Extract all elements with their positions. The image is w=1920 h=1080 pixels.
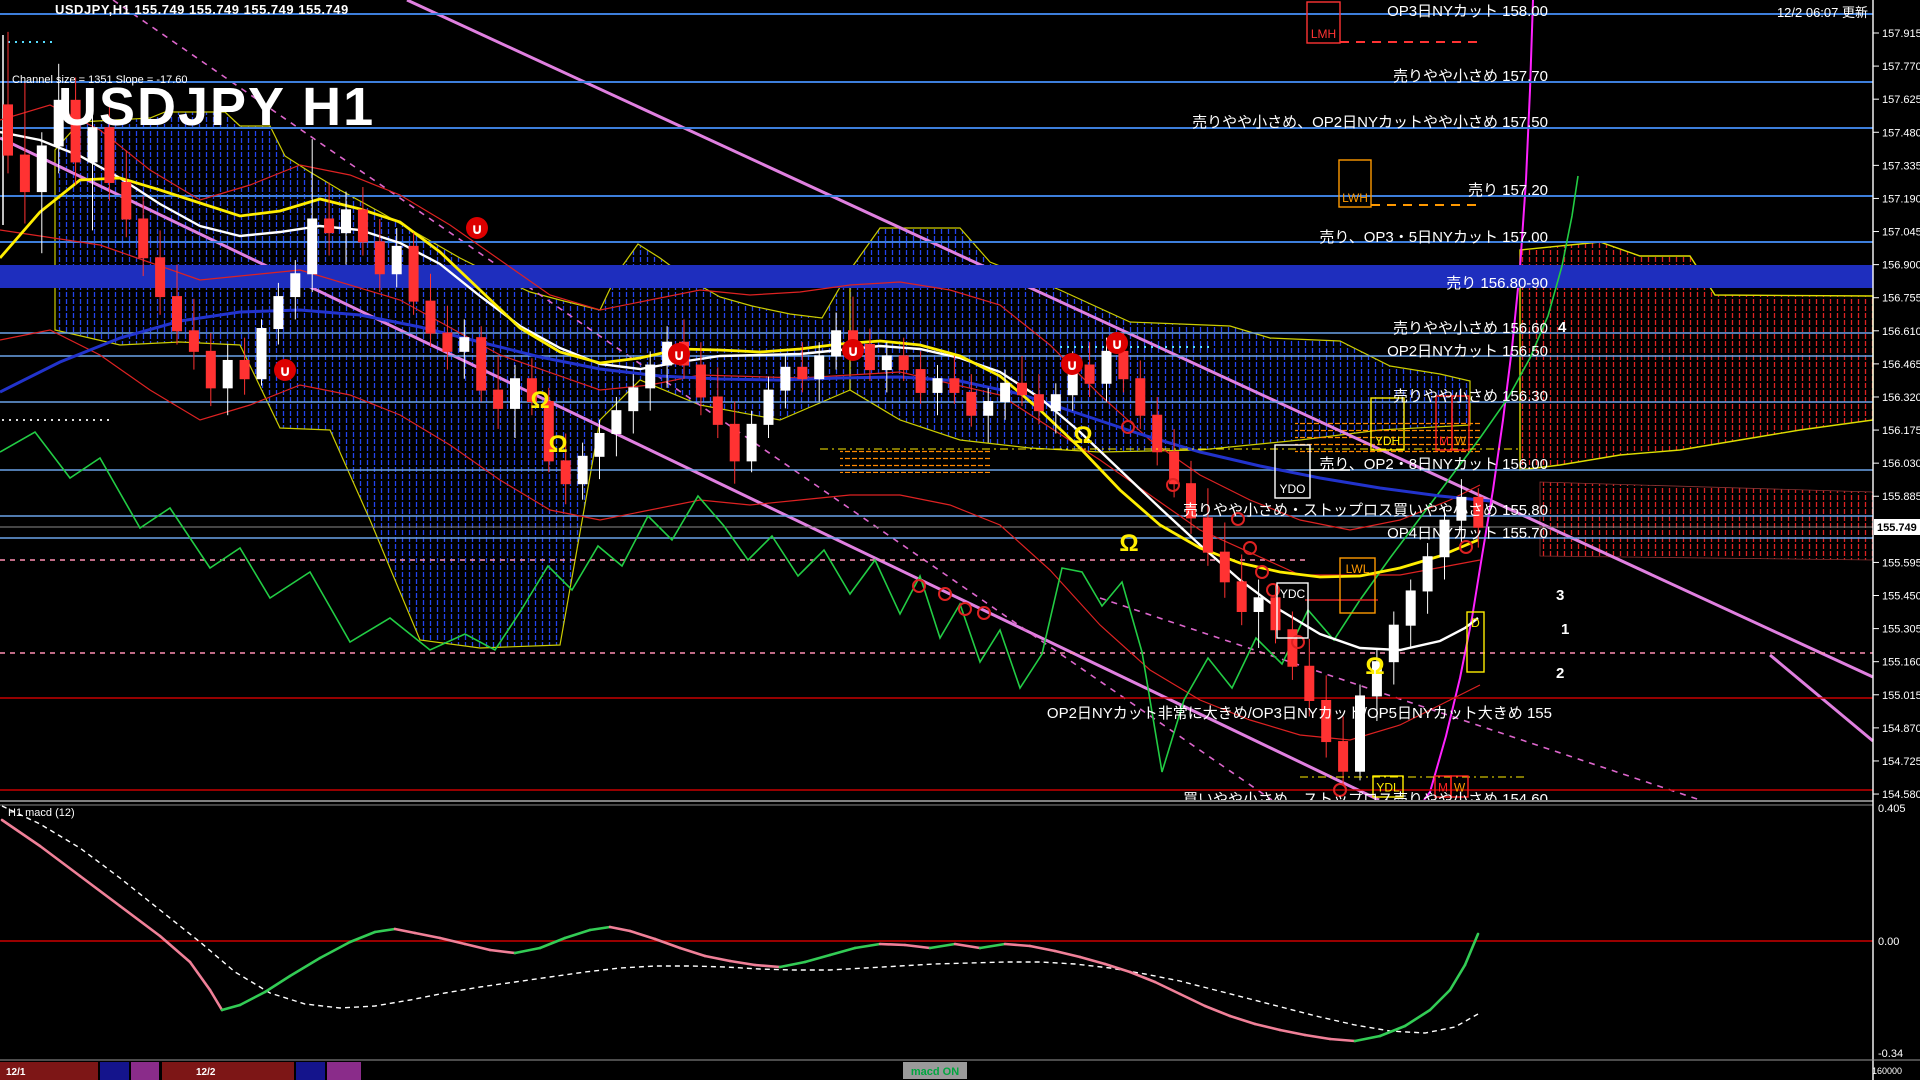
svg-text:∪: ∪: [471, 221, 483, 238]
svg-text:155.305: 155.305: [1882, 624, 1920, 636]
svg-text:∪: ∪: [673, 347, 685, 364]
svg-text:155.885: 155.885: [1882, 491, 1920, 503]
svg-text:∪: ∪: [847, 343, 859, 360]
panel-separator: [0, 800, 1920, 806]
svg-text:2: 2: [1556, 665, 1564, 682]
svg-text:LWH: LWH: [1342, 191, 1368, 205]
trading-chart-window: ∪∪∪∪∪∪ΩΩΩΩΩLMHLWHYDHMWYDOLWLYDCDYDLMW431…: [0, 0, 1920, 1080]
svg-text:OP4日NYカット 155.70: OP4日NYカット 155.70: [1387, 525, 1548, 542]
svg-text:売りやや小さめ・ストップロス買いやや小さめ 155.80: 売りやや小さめ・ストップロス買いやや小さめ 155.80: [1183, 502, 1548, 519]
svg-text:売りやや小さめ 156.60: 売りやや小さめ 156.60: [1393, 320, 1548, 337]
svg-text:156.610: 156.610: [1882, 326, 1920, 338]
chart-canvas[interactable]: ∪∪∪∪∪∪ΩΩΩΩΩLMHLWHYDHMWYDOLWLYDCDYDLMW431…: [0, 0, 1920, 1080]
svg-text:156.900: 156.900: [1882, 260, 1920, 272]
svg-text:0.00: 0.00: [1878, 936, 1899, 948]
svg-text:D: D: [1471, 616, 1480, 630]
svg-text:155.595: 155.595: [1882, 557, 1920, 569]
svg-text:156.755: 156.755: [1882, 293, 1920, 305]
macd-toggle-button[interactable]: macd ON: [903, 1062, 967, 1079]
svg-text:0.405: 0.405: [1878, 803, 1906, 815]
svg-text:155.450: 155.450: [1882, 591, 1920, 603]
svg-text:OP3日NYカット 158.00: OP3日NYカット 158.00: [1387, 3, 1548, 20]
svg-text:157.045: 157.045: [1882, 227, 1920, 239]
svg-text:売り 156.80-90: 売り 156.80-90: [1446, 275, 1548, 292]
svg-text:売りやや小さめ 157.70: 売りやや小さめ 157.70: [1393, 68, 1548, 85]
svg-text:M: M: [1439, 434, 1449, 448]
svg-text:154.725: 154.725: [1882, 756, 1920, 768]
svg-text:157.335: 157.335: [1882, 160, 1920, 172]
svg-text:Ω: Ω: [1365, 653, 1384, 680]
svg-text:売りやや小さめ、OP2日NYカットやや小さめ 157.50: 売りやや小さめ、OP2日NYカットやや小さめ 157.50: [1192, 114, 1548, 131]
svg-text:売り、OP2・8日NYカット 156.00: 売り、OP2・8日NYカット 156.00: [1319, 456, 1548, 473]
svg-text:157.625: 157.625: [1882, 94, 1920, 106]
svg-text:OP2日NYカット非常に大きめ/OP3日NYカット/OP5日: OP2日NYカット非常に大きめ/OP3日NYカット/OP5日NYカット大きめ 1…: [1047, 705, 1552, 722]
chart-watermark: USDJPY H1: [58, 76, 375, 138]
svg-text:4: 4: [1558, 319, 1567, 336]
svg-text:macd ON: macd ON: [911, 1066, 959, 1078]
svg-text:160000: 160000: [1872, 1066, 1902, 1076]
svg-text:156.175: 156.175: [1882, 425, 1920, 437]
svg-text:157.480: 157.480: [1882, 127, 1920, 139]
svg-text:12/1: 12/1: [6, 1067, 26, 1078]
current-price-tag: 155.749: [1874, 519, 1920, 535]
svg-text:156.465: 156.465: [1882, 359, 1920, 371]
svg-text:YDC: YDC: [1280, 587, 1306, 601]
svg-text:3: 3: [1556, 587, 1564, 604]
svg-text:-0.34: -0.34: [1878, 1048, 1903, 1060]
svg-text:156.030: 156.030: [1882, 458, 1920, 470]
svg-text:YDO: YDO: [1279, 482, 1305, 496]
svg-text:売り、OP3・5日NYカット 157.00: 売り、OP3・5日NYカット 157.00: [1319, 229, 1548, 246]
svg-text:Ω: Ω: [1119, 530, 1138, 557]
svg-text:LMH: LMH: [1311, 27, 1336, 41]
svg-text:154.580: 154.580: [1882, 789, 1920, 801]
update-timestamp: 12/2 06:07 更新: [1777, 2, 1868, 21]
svg-text:157.190: 157.190: [1882, 193, 1920, 205]
svg-text:OP2日NYカット 156.50: OP2日NYカット 156.50: [1387, 343, 1548, 360]
svg-text:LWL: LWL: [1346, 562, 1370, 576]
svg-text:Ω: Ω: [1073, 422, 1092, 449]
ichimoku-clouds: [55, 112, 1873, 648]
svg-text:H1 macd (12): H1 macd (12): [8, 807, 75, 819]
svg-text:∪: ∪: [279, 363, 291, 380]
svg-text:1: 1: [1561, 621, 1569, 638]
symbol-ohlc-readout: USDJPY,H1 155.749 155.749 155.749 155.74…: [55, 2, 349, 17]
svg-text:W: W: [1455, 434, 1467, 448]
svg-text:155.160: 155.160: [1882, 657, 1920, 669]
svg-text:12/2: 12/2: [196, 1067, 216, 1078]
svg-text:154.870: 154.870: [1882, 723, 1920, 735]
svg-text:売り 157.20: 売り 157.20: [1468, 182, 1548, 199]
svg-text:156.320: 156.320: [1882, 392, 1920, 404]
svg-text:∪: ∪: [1066, 357, 1078, 374]
svg-text:157.770: 157.770: [1882, 61, 1920, 73]
svg-text:155.749: 155.749: [1877, 522, 1917, 534]
svg-text:∪: ∪: [1111, 336, 1123, 353]
svg-text:YDH: YDH: [1375, 434, 1400, 448]
svg-text:157.915: 157.915: [1882, 28, 1920, 40]
svg-text:Ω: Ω: [548, 431, 567, 458]
svg-text:売りやや小さめ 156.30: 売りやや小さめ 156.30: [1393, 388, 1548, 405]
sell-band-156-80-90: [0, 265, 1873, 288]
svg-text:Ω: Ω: [530, 387, 549, 414]
price-axis[interactable]: 157.915 157.770 157.625 157.480 157.335 157.1…: [1873, 0, 1920, 1080]
svg-text:155.015: 155.015: [1882, 690, 1920, 702]
macd-panel: H1 macd (12) 0.405 0.00 -0.34 160000: [0, 803, 1906, 1076]
